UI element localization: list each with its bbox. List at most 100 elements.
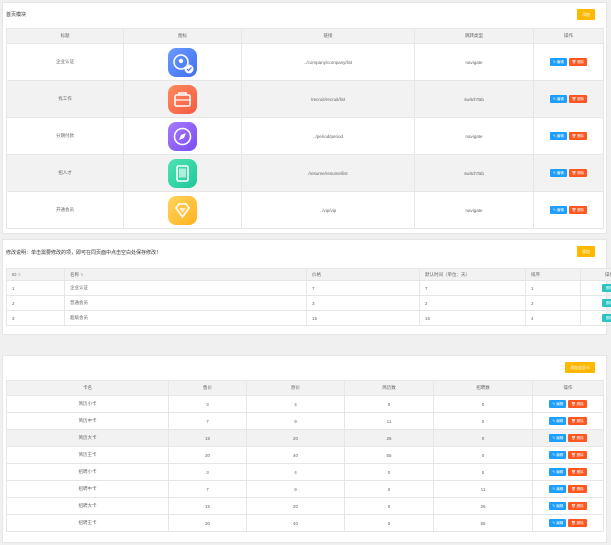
table-row: 招聘王卡 30 40 0 55 ✎ 编辑 🗑 删除	[6, 514, 604, 532]
edit-button[interactable]: ✎ 编辑	[549, 434, 567, 442]
card-price: 7	[168, 412, 247, 430]
add-module-button[interactable]: 添加	[577, 9, 595, 20]
delete-button[interactable]: 🗑 删除	[568, 502, 587, 510]
table-row: 简历中卡 7 9 11 0 ✎ 编辑 🗑 删除	[6, 412, 604, 430]
module-link[interactable]: /resume/resume/list	[241, 154, 415, 192]
column-header: 链接	[241, 28, 415, 44]
module-icon-cell	[123, 191, 242, 229]
module-title[interactable]: 企业认证	[6, 43, 124, 81]
column-header-name[interactable]: 名称 ⇅	[64, 268, 307, 281]
add-membership-button[interactable]: 添加	[577, 246, 595, 257]
delete-button[interactable]: 🗑 删除	[568, 400, 587, 408]
card-price: 7	[168, 480, 247, 498]
membership-sort[interactable]: 1	[525, 280, 581, 296]
add-member-card-button[interactable]: 添加会员卡	[565, 362, 595, 373]
card-original-price: 20	[246, 429, 345, 447]
column-header: 默认时间（单位：天）	[419, 268, 526, 281]
actions-cell: 删除	[580, 280, 611, 296]
edit-button[interactable]: ✎ 编辑	[549, 502, 567, 510]
delete-button[interactable]: 🗑 删除	[568, 485, 587, 493]
delete-button[interactable]: 删除	[602, 299, 611, 307]
edit-button[interactable]: ✎ 编辑	[549, 451, 567, 459]
membership-days[interactable]: 15	[419, 310, 526, 326]
table-row: 分期付款 ../period/period navigate ✎ 编辑 🗑 删除	[6, 117, 604, 155]
actions-cell: ✎ 编辑 🗑 删除	[532, 497, 604, 515]
card-resume-count: 5	[344, 395, 434, 413]
membership-price-panel: 修改说明：单击需要修改的项，即可在同页面中点击空白处保存修改！ 添加 ID ⇅ …	[2, 239, 611, 335]
module-jump-type[interactable]: switchTab	[414, 154, 534, 192]
edit-button[interactable]: ✎ 编辑	[549, 519, 567, 527]
actions-cell: ✎ 编辑 🗑 删除	[532, 480, 604, 498]
card-job-count: 0	[433, 412, 533, 430]
module-link[interactable]: ../company/company/list	[241, 43, 415, 81]
card-resume-count: 11	[344, 412, 434, 430]
module-jump-type[interactable]: navigate	[414, 43, 534, 81]
membership-price[interactable]: 15	[306, 310, 420, 326]
table-row: 简历小卡 3 4 5 0 ✎ 编辑 🗑 删除	[6, 395, 604, 413]
card-original-price: 20	[246, 497, 345, 515]
card-job-count: 0	[433, 395, 533, 413]
column-header-id[interactable]: ID ⇅	[6, 268, 65, 281]
actions-cell: ✎ 编辑 🗑 删除	[533, 154, 604, 192]
card-name: 招聘王卡	[6, 514, 169, 532]
edit-button[interactable]: ✎ 编辑	[549, 468, 567, 476]
delete-button[interactable]: 🗑 删除	[568, 417, 587, 425]
column-header: 简历数	[344, 380, 434, 396]
member-card-table: 卡名 售价 原价 简历数 招聘数 操作 简历小卡 3 4 5 0 ✎ 编辑 🗑 删除 简历中卡…	[6, 380, 604, 532]
tablet-icon	[168, 158, 197, 188]
edit-button[interactable]: ✎ 编辑	[549, 95, 567, 103]
column-header: 卡名	[6, 380, 169, 396]
module-icon-cell	[123, 43, 242, 81]
delete-button[interactable]: 🗑 删除	[568, 206, 588, 214]
delete-button[interactable]: 🗑 删除	[568, 58, 588, 66]
membership-name[interactable]: 企业认证	[64, 280, 307, 296]
delete-button[interactable]: 🗑 删除	[568, 95, 588, 103]
card-price: 3	[168, 395, 247, 413]
delete-button[interactable]: 🗑 删除	[568, 169, 588, 177]
edit-button[interactable]: ✎ 编辑	[549, 400, 567, 408]
card-job-count: 0	[433, 429, 533, 447]
module-link[interactable]: ../period/period	[241, 117, 415, 155]
compass-icon	[168, 121, 197, 151]
module-title[interactable]: 招人才	[6, 154, 124, 192]
membership-id: 3	[6, 310, 65, 326]
edit-button[interactable]: ✎ 编辑	[549, 132, 567, 140]
membership-name[interactable]: 普通会员	[64, 295, 307, 311]
delete-button[interactable]: 🗑 删除	[568, 519, 587, 527]
module-table: 标题 图标 链接 跳转类型 操作 企业认证 ../company/company/…	[6, 28, 604, 229]
module-title[interactable]: 开通会员	[6, 191, 124, 229]
module-jump-type[interactable]: navigate	[414, 117, 534, 155]
delete-button[interactable]: 🗑 删除	[568, 434, 587, 442]
module-link[interactable]: /recruit/recruit/list	[241, 80, 415, 118]
edit-button[interactable]: ✎ 编辑	[549, 485, 567, 493]
column-header: 标题	[6, 28, 124, 44]
module-jump-type[interactable]: switchTab	[414, 80, 534, 118]
membership-days[interactable]: 7	[419, 280, 526, 296]
table-row: 招人才/resume/resume/list switchTab ✎ 编辑 🗑 删除	[6, 154, 604, 192]
membership-sort[interactable]: 2	[525, 295, 581, 311]
delete-button[interactable]: 🗑 删除	[568, 468, 587, 476]
edit-button[interactable]: ✎ 编辑	[549, 417, 567, 425]
delete-button[interactable]: 🗑 删除	[568, 132, 588, 140]
edit-button[interactable]: ✎ 编辑	[549, 169, 567, 177]
module-title[interactable]: 找工作	[6, 80, 124, 118]
membership-name[interactable]: 超级会员	[64, 310, 307, 326]
membership-price[interactable]: 7	[306, 280, 420, 296]
delete-button[interactable]: 删除	[602, 314, 611, 322]
membership-days[interactable]: 2	[419, 295, 526, 311]
column-header: 跳转类型	[414, 28, 534, 44]
actions-cell: ✎ 编辑 🗑 删除	[532, 514, 604, 532]
card-job-count: 11	[433, 480, 533, 498]
table-row: 企业认证 ../company/company/list navigate ✎ 编辑 🗑…	[6, 43, 604, 81]
module-title[interactable]: 分期付款	[6, 117, 124, 155]
module-link[interactable]: ../vip/vip	[241, 191, 415, 229]
delete-button[interactable]: 🗑 删除	[568, 451, 587, 459]
edit-button[interactable]: ✎ 编辑	[549, 206, 567, 214]
edit-button[interactable]: ✎ 编辑	[549, 58, 567, 66]
membership-sort[interactable]: 4	[525, 310, 581, 326]
module-jump-type[interactable]: navigate	[414, 191, 534, 229]
column-header: 图标	[123, 28, 242, 44]
membership-price[interactable]: 3	[306, 295, 420, 311]
delete-button[interactable]: 删除	[602, 284, 611, 292]
id-badge-icon	[168, 47, 197, 77]
